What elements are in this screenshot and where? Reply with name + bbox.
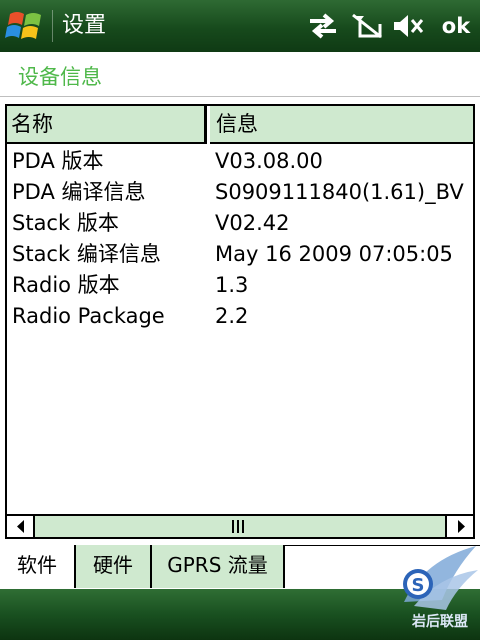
row-name: PDA 版本: [12, 149, 104, 173]
volume-muted-icon[interactable]: [392, 12, 426, 40]
no-signal-icon[interactable]: [350, 12, 384, 40]
title-separator: [52, 10, 53, 42]
horizontal-scrollbar[interactable]: [7, 514, 473, 537]
svg-text:S: S: [412, 575, 425, 596]
row-info: May 16 2009 07:05:05: [215, 242, 453, 266]
arrow-left-icon: [17, 520, 24, 533]
row-info: S0909111840(1.61)_BV: [215, 180, 464, 204]
scroll-right-button[interactable]: [445, 516, 473, 537]
arrow-right-icon: [458, 520, 465, 533]
row-info: V03.08.00: [215, 149, 323, 173]
list-row[interactable]: Stack 编译信息 May 16 2009 07:05:05: [7, 239, 473, 270]
scroll-thumb[interactable]: [37, 516, 441, 537]
section-divider: [0, 96, 480, 97]
list-rows: PDA 版本 V03.08.00 PDA 编译信息 S0909111840(1.…: [7, 146, 473, 332]
app-title: 设置: [62, 13, 107, 38]
ok-button[interactable]: ok: [438, 11, 474, 41]
windows-start-icon[interactable]: [4, 6, 48, 46]
grip-icon: [232, 520, 244, 533]
list-row[interactable]: Stack 版本 V02.42: [7, 208, 473, 239]
row-name: Stack 编译信息: [12, 242, 161, 266]
row-info: 1.3: [215, 273, 249, 297]
list-row[interactable]: PDA 编译信息 S0909111840(1.61)_BV: [7, 177, 473, 208]
row-info: 2.2: [215, 304, 249, 328]
tab-hardware[interactable]: 硬件: [76, 545, 152, 588]
device-info-list[interactable]: 名称 信息 PDA 版本 V03.08.00 PDA 编译信息 S0909111…: [5, 104, 475, 539]
list-row[interactable]: Radio 版本 1.3: [7, 270, 473, 301]
watermark-text: 岩后联盟: [411, 613, 468, 630]
row-info: V02.42: [215, 211, 290, 235]
row-name: Radio 版本: [12, 273, 120, 297]
watermark-logo: S 岩后联盟: [403, 546, 478, 630]
row-name: Stack 版本: [12, 211, 119, 235]
list-header: 名称 信息: [7, 106, 473, 144]
scroll-left-button[interactable]: [7, 516, 35, 537]
row-name: PDA 编译信息: [12, 180, 146, 204]
section-title: 设备信息: [18, 65, 102, 89]
title-bar: 设置 ok: [0, 0, 480, 52]
list-row[interactable]: Radio Package 2.2: [7, 301, 473, 332]
tab-gprs-traffic[interactable]: GPRS 流量: [152, 545, 285, 588]
connectivity-icon[interactable]: [306, 12, 340, 40]
tab-software[interactable]: 软件: [0, 545, 76, 588]
column-header-info[interactable]: 信息: [210, 106, 473, 144]
column-header-name[interactable]: 名称: [7, 106, 207, 144]
list-row[interactable]: PDA 版本 V03.08.00: [7, 146, 473, 177]
row-name: Radio Package: [12, 304, 165, 328]
